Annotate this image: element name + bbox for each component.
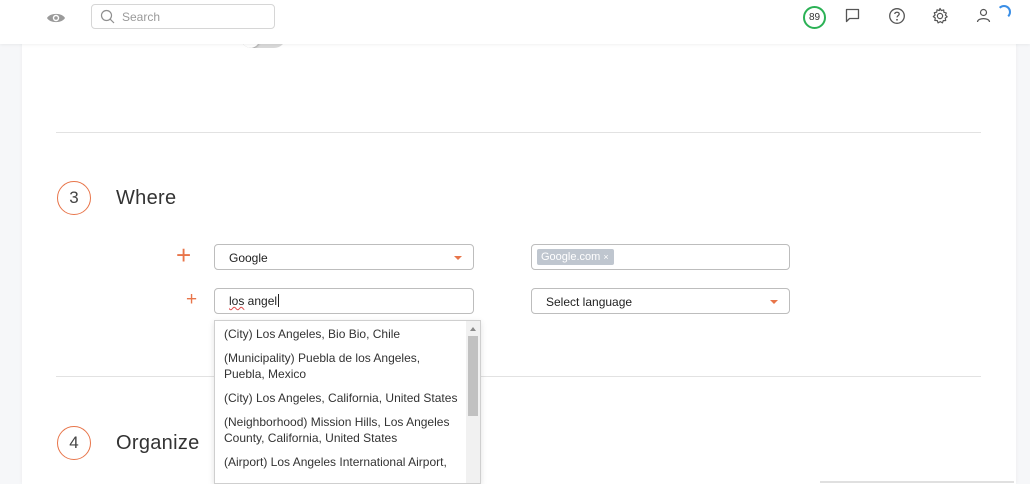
spellcheck-word: los [229, 294, 245, 308]
search-box[interactable] [91, 4, 275, 29]
section-divider [56, 376, 981, 377]
eye-icon[interactable] [46, 10, 66, 26]
score-badge[interactable]: 89 [803, 6, 826, 29]
top-bar: 89 [0, 0, 1030, 44]
tag-remove-icon[interactable]: × [603, 252, 608, 262]
location-input[interactable]: los angel [214, 288, 474, 314]
step-title-organize: Organize [116, 432, 200, 454]
scrollbar-thumb[interactable] [468, 336, 478, 416]
suggestion-item[interactable]: (Municipality) Puebla de los Angeles, Pu… [215, 346, 480, 386]
search-icon [100, 9, 115, 24]
domain-tag-label: Google.com [541, 251, 601, 263]
typed-text-rest: angel [244, 294, 278, 308]
add-location-plus-icon[interactable]: + [186, 290, 197, 309]
step-number-circle: 3 [57, 181, 91, 215]
suggestion-item[interactable]: (City) Los Angeles, Bio Bio, Chile [215, 321, 480, 346]
language-select-placeholder: Select language [546, 295, 633, 309]
settings-icon[interactable] [931, 7, 949, 25]
help-icon[interactable] [888, 7, 906, 25]
domain-tag: Google.com × [537, 249, 614, 265]
language-select[interactable]: Select language [531, 288, 790, 314]
search-engine-select[interactable]: Google [214, 244, 474, 270]
loading-spinner [997, 5, 1011, 19]
dropdown-scrollbar[interactable] [466, 321, 480, 483]
scroll-up-icon[interactable] [470, 327, 476, 331]
add-row-plus-icon[interactable]: + [176, 242, 191, 268]
chat-icon[interactable] [844, 7, 861, 24]
location-input-value[interactable]: los angel [229, 294, 280, 308]
chevron-down-icon [770, 300, 778, 304]
step-title-where: Where [116, 187, 177, 209]
user-icon[interactable] [975, 7, 992, 24]
bottom-edge-line [820, 481, 1014, 483]
step-number-circle: 4 [57, 426, 91, 460]
chevron-down-icon [454, 256, 462, 260]
text-cursor [278, 294, 280, 307]
search-input[interactable] [122, 8, 270, 25]
main-card [22, 0, 1016, 484]
suggestion-item[interactable]: (City) Los Angeles, California, United S… [215, 386, 480, 410]
suggestion-item[interactable]: (Airport) Los Angeles International Airp… [215, 450, 480, 474]
location-suggestions-dropdown: (City) Los Angeles, Bio Bio, Chile (Muni… [214, 320, 481, 484]
search-engine-value: Google [229, 251, 268, 265]
section-divider [56, 132, 981, 133]
domain-tag-input[interactable]: Google.com × [531, 244, 790, 270]
suggestion-item[interactable]: (Neighborhood) Mission Hills, Los Angele… [215, 410, 480, 450]
